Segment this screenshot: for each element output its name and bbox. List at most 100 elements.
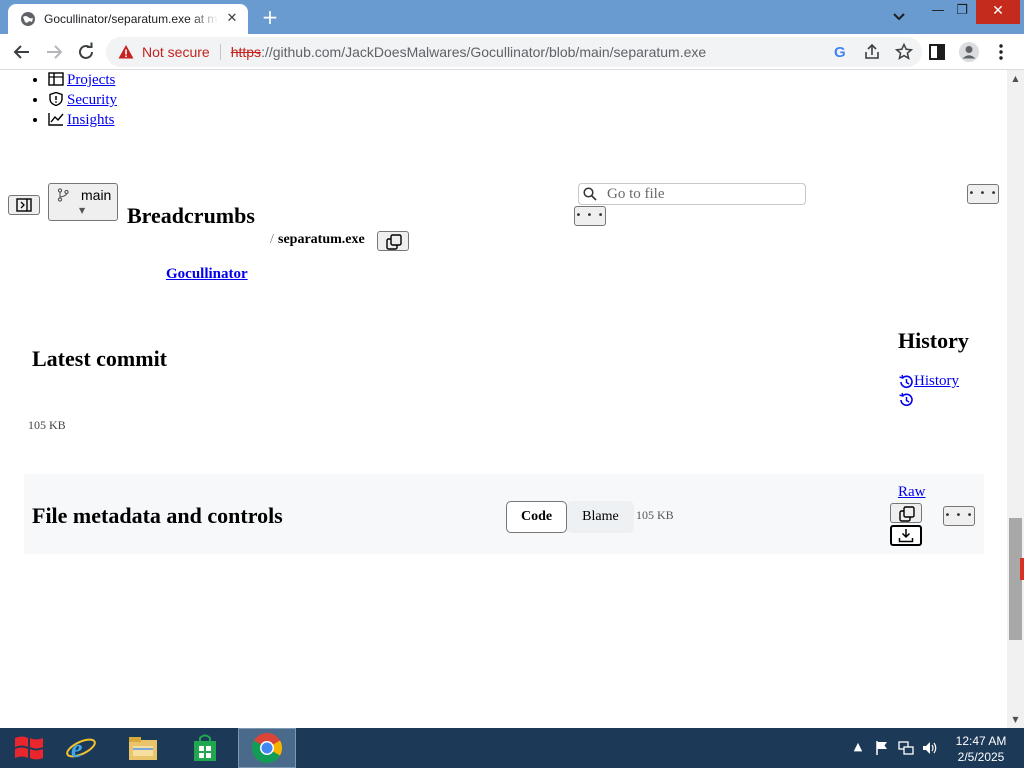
address-bar[interactable]: Not secure https://github.com/JackDoesMa… bbox=[106, 37, 922, 67]
search-icon bbox=[583, 187, 597, 201]
history-icon[interactable] bbox=[898, 392, 914, 408]
latest-commit-heading: Latest commit bbox=[32, 346, 168, 371]
browser-toolbar: Not secure https://github.com/JackDoesMa… bbox=[0, 34, 1024, 70]
bookmark-star-icon[interactable] bbox=[894, 42, 914, 62]
download-raw-button[interactable] bbox=[890, 525, 922, 546]
file-size-label-2: 105 KB bbox=[636, 508, 674, 522]
go-to-file-input[interactable]: Go to file bbox=[578, 183, 806, 205]
scroll-up-arrow-icon[interactable]: ▲ bbox=[1011, 74, 1020, 83]
download-icon bbox=[898, 529, 914, 543]
file-metadata-heading: File metadata and controls bbox=[32, 503, 283, 528]
copy-path-button[interactable] bbox=[377, 231, 409, 251]
warning-icon[interactable] bbox=[118, 44, 134, 60]
breadcrumbs-heading: Breadcrumbs bbox=[127, 203, 255, 228]
taskbar-file-explorer[interactable] bbox=[114, 728, 172, 768]
breadcrumb-repo-link[interactable]: Gocullinator bbox=[166, 266, 248, 283]
more-dots-icon: • • • bbox=[575, 210, 605, 221]
chrome-icon bbox=[251, 733, 283, 764]
omnibox-divider bbox=[219, 44, 221, 60]
header-more-button[interactable]: • • • bbox=[967, 184, 999, 204]
reload-icon[interactable] bbox=[74, 40, 98, 64]
file-more-options-button[interactable]: • • • bbox=[943, 506, 975, 526]
page-content: Projects Security Insights main ▼ Breadc… bbox=[0, 70, 1007, 728]
store-bag-icon bbox=[194, 734, 216, 761]
windows-taskbar: e ▲ 12:47 AM 2/5/2025 bbox=[0, 728, 1024, 768]
blame-tab-button[interactable]: Blame bbox=[567, 501, 634, 533]
taskbar-store[interactable] bbox=[176, 728, 234, 768]
folder-icon bbox=[129, 737, 157, 760]
branch-selector-button[interactable]: main ▼ bbox=[48, 183, 118, 221]
globe-icon bbox=[21, 12, 35, 26]
breadcrumb-file-name: separatum.exe bbox=[278, 232, 365, 247]
code-tab-button[interactable]: Code bbox=[506, 501, 568, 533]
back-arrow-icon[interactable] bbox=[10, 40, 34, 64]
browser-tab[interactable]: Gocullinator/separatum.exe at main · Jac… bbox=[8, 4, 248, 34]
svg-text:e: e bbox=[71, 734, 83, 763]
nav-item-security[interactable]: Security bbox=[48, 90, 117, 110]
history-icon bbox=[899, 374, 913, 388]
svg-text:G: G bbox=[834, 44, 846, 61]
taskbar-internet-explorer[interactable]: e bbox=[52, 728, 110, 768]
raw-link[interactable]: Raw bbox=[898, 484, 926, 501]
browser-menu-icon[interactable] bbox=[990, 41, 1012, 63]
page-scrollbar[interactable]: ▲ ▼ bbox=[1007, 70, 1024, 728]
history-heading: History bbox=[898, 328, 969, 353]
scroll-down-arrow-icon[interactable]: ▼ bbox=[1011, 715, 1020, 724]
new-tab-button[interactable]: + bbox=[258, 6, 282, 30]
window-close-button[interactable]: ✕ bbox=[976, 0, 1020, 24]
copy-icon bbox=[899, 506, 915, 522]
start-button[interactable] bbox=[0, 728, 58, 768]
git-branch-icon bbox=[57, 188, 69, 202]
nav-link-security[interactable]: Security bbox=[67, 92, 117, 108]
more-dots-icon: • • • bbox=[968, 188, 998, 199]
repo-nav-list: Projects Security Insights bbox=[32, 70, 117, 130]
tab-search-chevron-icon[interactable] bbox=[888, 8, 910, 26]
copy-raw-button[interactable] bbox=[890, 503, 922, 523]
action-center-flag-icon[interactable] bbox=[874, 740, 890, 756]
tab-close-button[interactable]: ✕ bbox=[224, 11, 240, 27]
chevron-down-icon: ▼ bbox=[79, 206, 86, 215]
volume-icon[interactable] bbox=[922, 740, 938, 756]
internet-explorer-icon: e bbox=[66, 734, 96, 763]
breadcrumb-separator: / bbox=[270, 232, 274, 247]
nav-link-insights[interactable]: Insights bbox=[67, 112, 115, 128]
history-link[interactable]: History bbox=[898, 373, 959, 390]
profile-avatar-icon[interactable] bbox=[958, 41, 980, 63]
not-secure-label[interactable]: Not secure bbox=[142, 44, 210, 60]
nav-link-projects[interactable]: Projects bbox=[67, 72, 115, 88]
table-icon bbox=[48, 72, 64, 86]
tab-strip: Gocullinator/separatum.exe at main · Jac… bbox=[0, 0, 1024, 34]
more-dots-icon: • • • bbox=[944, 510, 974, 521]
go-to-file-placeholder: Go to file bbox=[607, 185, 665, 202]
url-text[interactable]: https://github.com/JackDoesMalwares/Gocu… bbox=[231, 44, 706, 60]
sidebar-toggle-button[interactable] bbox=[8, 195, 40, 215]
clock-time: 12:47 AM bbox=[955, 734, 1007, 748]
shield-icon bbox=[49, 92, 63, 106]
windows-logo-icon bbox=[15, 736, 43, 760]
clock-date: 2/5/2025 bbox=[957, 750, 1005, 764]
google-lens-icon[interactable]: G bbox=[830, 42, 850, 62]
nav-item-projects[interactable]: Projects bbox=[48, 70, 117, 90]
file-actions-more-button[interactable]: • • • bbox=[574, 206, 606, 226]
scroll-marker bbox=[1020, 558, 1024, 580]
network-icon[interactable] bbox=[898, 740, 914, 756]
url-scheme: https bbox=[230, 44, 262, 60]
tray-expand-icon[interactable]: ▲ bbox=[850, 740, 866, 756]
share-icon[interactable] bbox=[862, 42, 882, 62]
side-panel-icon[interactable] bbox=[926, 41, 948, 63]
system-clock[interactable]: 12:47 AM 2/5/2025 bbox=[948, 733, 1014, 765]
sidebar-expand-icon bbox=[16, 198, 32, 212]
branch-name: main bbox=[81, 187, 112, 203]
graph-icon bbox=[48, 113, 64, 126]
file-size-label: 105 KB bbox=[28, 418, 66, 432]
url-path: ://github.com/JackDoesMalwares/Gocullina… bbox=[261, 44, 707, 60]
forward-arrow-icon[interactable] bbox=[42, 40, 66, 64]
code-blame-segmented-control: Code Blame bbox=[506, 501, 634, 533]
tab-title: Gocullinator/separatum.exe at main · Jac… bbox=[44, 12, 218, 26]
history-link-label: History bbox=[914, 373, 959, 389]
window-restore-button[interactable]: ❐ bbox=[946, 0, 978, 24]
taskbar-chrome[interactable] bbox=[238, 728, 296, 768]
nav-item-insights[interactable]: Insights bbox=[48, 110, 117, 130]
omnibox-actions: G bbox=[830, 42, 914, 62]
copy-icon bbox=[386, 234, 402, 250]
